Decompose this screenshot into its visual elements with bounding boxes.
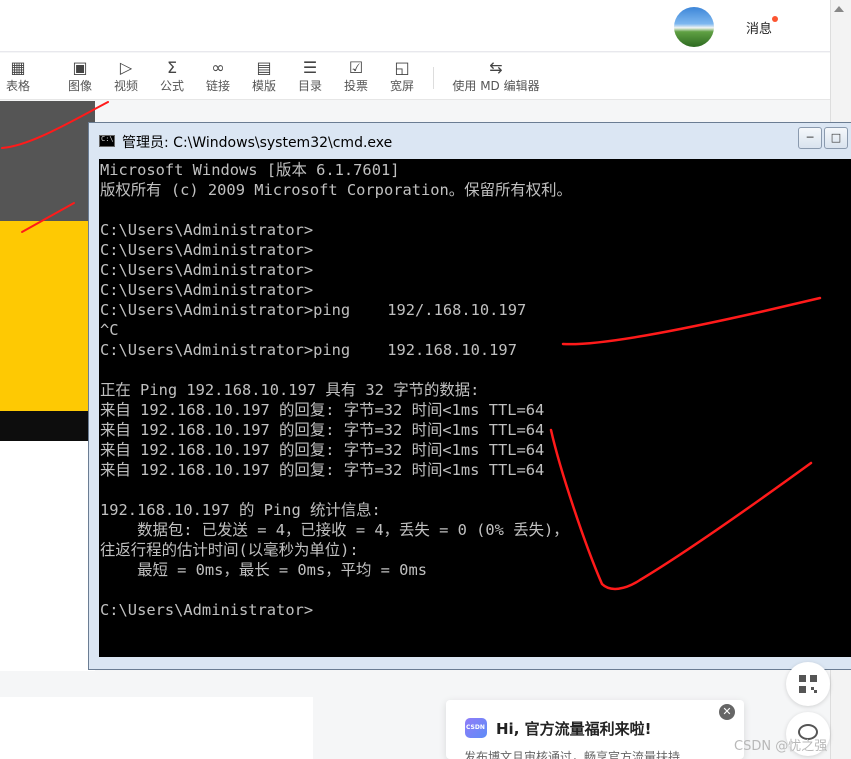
toolbar-table-button[interactable]: ▦ 表格 — [0, 58, 40, 94]
console-output[interactable]: Microsoft Windows [版本 6.1.7601] 版权所有 (c) … — [99, 159, 851, 657]
table-icon: ▦ — [10, 58, 26, 77]
editor-body — [0, 441, 95, 671]
article-image-dark — [0, 101, 95, 221]
traffic-promo-popup[interactable]: Hi, 官方流量福利来啦! 发布博文且审核通过，畅享官方流量扶持 ✕ — [446, 700, 744, 759]
toolbar-link-button[interactable]: ∞ 链接 — [196, 58, 240, 94]
console-line: 数据包: 已发送 = 4，已接收 = 4，丢失 = 0 (0% 丢失)， — [100, 521, 569, 539]
console-line: C:\Users\Administrator> — [100, 261, 314, 279]
console-line: Microsoft Windows [版本 6.1.7601] — [100, 161, 400, 179]
editor-footer — [0, 697, 313, 759]
toolbar-video-button[interactable]: ▷ 视频 — [104, 58, 148, 94]
toolbar-image-button[interactable]: ▣ 图像 — [58, 58, 102, 94]
console-line: C:\Users\Administrator>ping 192/.168.10.… — [100, 301, 527, 319]
csdn-logo-icon — [465, 718, 487, 738]
window-controls: ─ □ — [794, 127, 851, 149]
list-icon: ☰ — [302, 58, 318, 77]
switch-icon: ⇆ — [489, 58, 503, 77]
console-line: C:\Users\Administrator> — [100, 221, 314, 239]
console-line: 来自 192.168.10.197 的回复: 字节=32 时间<1ms TTL=… — [100, 401, 545, 419]
console-line: C:\Users\Administrator> — [100, 281, 314, 299]
toolbar-formula-button[interactable]: Σ 公式 — [150, 58, 194, 94]
minimize-button[interactable]: ─ — [798, 127, 822, 149]
article-image-yellow — [0, 221, 95, 411]
article-image-strip — [0, 411, 95, 441]
promo-title: Hi, 官方流量福利来啦! — [496, 720, 652, 738]
qr-code-button[interactable] — [786, 662, 830, 706]
image-icon: ▣ — [72, 58, 88, 77]
cmd-window-title: 管理员: C:\Windows\system32\cmd.exe — [122, 135, 393, 151]
toolbar-divider — [433, 67, 434, 89]
console-line: 来自 192.168.10.197 的回复: 字节=32 时间<1ms TTL=… — [100, 441, 545, 459]
site-header: 消息 — [0, 0, 830, 52]
promo-subtitle: 发布博文且审核通过，畅享官方流量扶持 — [464, 750, 681, 759]
close-icon[interactable]: ✕ — [719, 704, 735, 720]
csdn-watermark: CSDN @忧之强 — [734, 739, 828, 754]
scroll-up-icon[interactable] — [834, 6, 844, 12]
console-line: 往返行程的估计时间(以毫秒为单位): — [100, 541, 359, 559]
vote-icon: ☑ — [348, 58, 364, 77]
toolbar-toc-button[interactable]: ☰ 目录 — [288, 58, 332, 94]
console-line: 192.168.10.197 的 Ping 统计信息: — [100, 501, 381, 519]
console-line: C:\Users\Administrator> — [100, 241, 314, 259]
console-line: 来自 192.168.10.197 的回复: 字节=32 时间<1ms TTL=… — [100, 421, 545, 439]
console-line: 正在 Ping 192.168.10.197 具有 32 字节的数据: — [100, 381, 480, 399]
maximize-button[interactable]: □ — [824, 127, 848, 149]
link-icon: ∞ — [211, 58, 225, 77]
fullscreen-icon: ◱ — [394, 58, 410, 77]
sigma-icon: Σ — [166, 58, 178, 77]
toolbar-widescreen-button[interactable]: ◱ 宽屏 — [380, 58, 424, 94]
user-avatar[interactable] — [674, 7, 714, 47]
editor-toolbar: ▦ 表格 ▣ 图像 ▷ 视频 Σ 公式 ∞ 链接 ▤ 模版 ☰ 目录 ☑ 投票 … — [0, 53, 830, 100]
messages-link[interactable]: 消息 — [746, 18, 772, 37]
cmd-app-icon — [99, 135, 115, 147]
cmd-window[interactable]: 管理员: C:\Windows\system32\cmd.exe ─ □ Mic… — [88, 122, 851, 670]
console-line: 版权所有 (c) 2009 Microsoft Corporation。保留所有… — [100, 181, 572, 199]
toolbar-md-editor-button[interactable]: ⇆ 使用 MD 编辑器 — [448, 58, 544, 94]
message-badge — [772, 16, 778, 22]
console-line: ^C — [100, 321, 119, 339]
toolbar-template-button[interactable]: ▤ 模版 — [242, 58, 286, 94]
video-icon: ▷ — [119, 58, 133, 77]
template-icon: ▤ — [256, 58, 272, 77]
console-line: 最短 = 0ms，最长 = 0ms，平均 = 0ms — [100, 561, 427, 579]
qr-code-icon — [799, 675, 817, 693]
console-line: 来自 192.168.10.197 的回复: 字节=32 时间<1ms TTL=… — [100, 461, 545, 479]
toolbar-vote-button[interactable]: ☑ 投票 — [334, 58, 378, 94]
console-line: C:\Users\Administrator> — [100, 601, 314, 619]
console-line: C:\Users\Administrator>ping 192.168.10.1… — [100, 341, 517, 359]
